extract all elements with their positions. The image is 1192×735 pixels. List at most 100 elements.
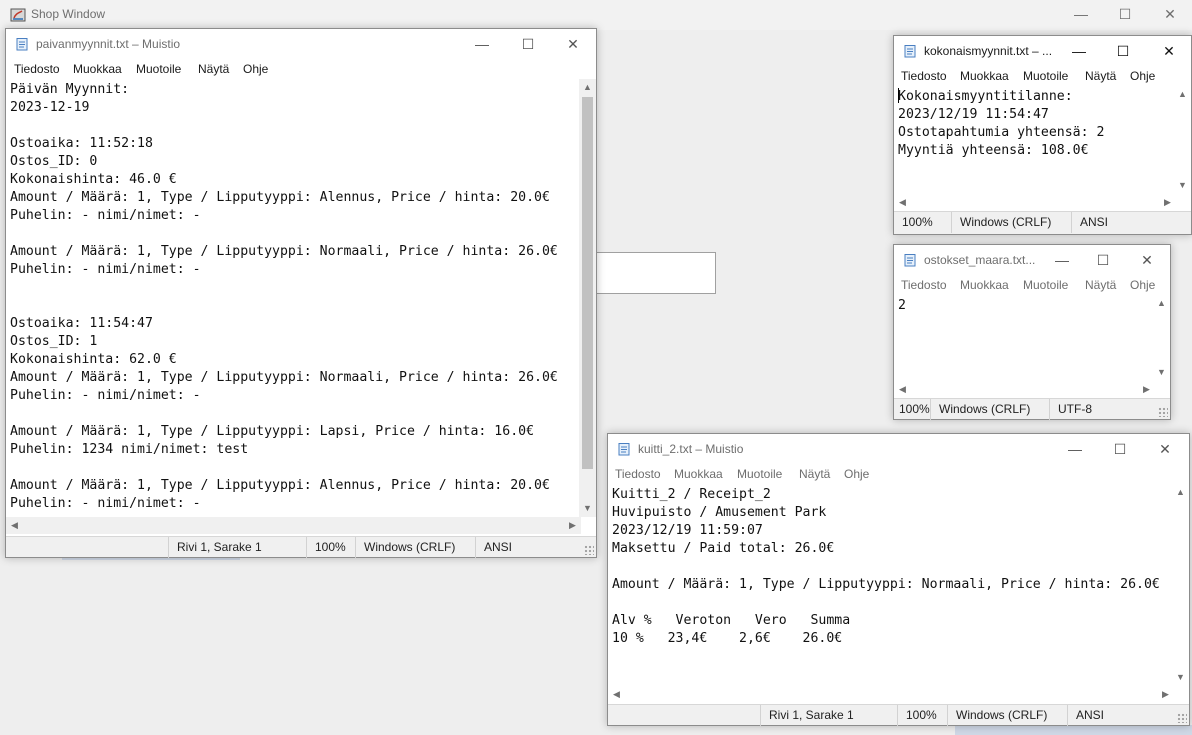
menu-item-tiedosto[interactable]: Tiedosto [901, 278, 947, 292]
scroll-thumb[interactable] [582, 97, 593, 469]
menu-item-ohje[interactable]: Ohje [1130, 278, 1155, 292]
menu-item-ohje[interactable]: Ohje [844, 467, 869, 481]
menu-item-muokkaa[interactable]: Muokkaa [674, 467, 723, 481]
status-cursor-position: Rivi 1, Sarake 1 [760, 705, 854, 726]
minimize-icon[interactable]: — [1047, 250, 1077, 270]
maximize-icon[interactable]: ☐ [1108, 41, 1138, 61]
minimize-icon[interactable]: — [1060, 439, 1090, 459]
menu-item-muotoile[interactable]: Muotoile [1023, 278, 1068, 292]
menu-item-tiedosto[interactable]: Tiedosto [615, 467, 661, 481]
window-titlebar[interactable]: kokonaismyynnit.txt – ... — ☐ ✕ [894, 36, 1191, 66]
vertical-scrollbar[interactable]: ▲ ▼ [1172, 484, 1189, 686]
text-editor[interactable]: Päivän Myynnit: 2023-12-19 Ostoaika: 11:… [6, 79, 581, 517]
menu-item-ohje[interactable]: Ohje [1130, 69, 1155, 83]
horizontal-scrollbar[interactable]: ◀ ▶ [6, 517, 581, 534]
close-icon[interactable]: ✕ [1132, 250, 1162, 270]
scroll-right-icon[interactable]: ▶ [1157, 686, 1174, 703]
menu-bar: Tiedosto Muokkaa Muotoile Näytä Ohje [894, 275, 1170, 295]
background-panel-edge [955, 725, 1192, 735]
scroll-down-icon[interactable]: ▼ [1153, 364, 1170, 381]
status-zoom: 100% [306, 537, 346, 558]
window-title: kokonaismyynnit.txt – ... [924, 44, 1053, 58]
background-text-field[interactable] [596, 252, 716, 294]
maximize-icon[interactable]: ☐ [1088, 250, 1118, 270]
status-encoding: ANSI [1067, 705, 1104, 726]
scroll-left-icon[interactable]: ◀ [894, 194, 911, 211]
notepad-icon [904, 254, 916, 267]
horizontal-scrollbar[interactable]: ◀ ▶ [608, 686, 1174, 703]
status-zoom: 100% [902, 215, 933, 229]
minimize-icon[interactable]: — [1064, 41, 1094, 61]
java-app-icon [10, 8, 26, 22]
minimize-icon[interactable]: — [467, 34, 497, 54]
minimize-icon[interactable]: — [1070, 4, 1092, 24]
text-editor[interactable]: 2 [894, 295, 1155, 381]
maximize-icon[interactable]: ☐ [1114, 4, 1136, 24]
menu-item-muotoile[interactable]: Muotoile [1023, 69, 1068, 83]
scroll-up-icon[interactable]: ▲ [579, 79, 596, 96]
status-line-ending: Windows (CRLF) [951, 212, 1051, 233]
close-icon[interactable]: ✕ [1150, 439, 1180, 459]
window-title: ostokset_maara.txt... [924, 253, 1036, 267]
menu-item-ohje[interactable]: Ohje [243, 62, 268, 76]
resize-grip-icon[interactable] [584, 545, 594, 555]
status-bar: 100% Windows (CRLF) ANSI [894, 211, 1191, 234]
window-titlebar[interactable]: kuitti_2.txt – Muistio — ☐ ✕ [608, 434, 1189, 464]
menu-item-nayta[interactable]: Näytä [1085, 278, 1116, 292]
resize-grip-icon[interactable] [1177, 713, 1187, 723]
notepad-icon [618, 443, 630, 456]
menu-item-muokkaa[interactable]: Muokkaa [960, 69, 1009, 83]
text-editor[interactable]: Kuitti_2 / Receipt_2 Huvipuisto / Amusem… [608, 484, 1174, 686]
status-bar: 100% Windows (CRLF) UTF-8 [894, 398, 1170, 420]
status-line-ending: Windows (CRLF) [930, 399, 1030, 420]
window-title: paivanmyynnit.txt – Muistio [36, 37, 181, 51]
notepad-window-ostokset-maara[interactable]: ostokset_maara.txt... — ☐ ✕ Tiedosto Muo… [893, 244, 1171, 420]
scroll-right-icon[interactable]: ▶ [564, 517, 581, 534]
notepad-icon [16, 38, 28, 51]
scroll-down-icon[interactable]: ▼ [579, 500, 596, 517]
vertical-scrollbar[interactable]: ▲ ▼ [579, 79, 596, 517]
menu-item-nayta[interactable]: Näytä [799, 467, 830, 481]
scroll-down-icon[interactable]: ▼ [1172, 669, 1189, 686]
notepad-icon [904, 45, 916, 58]
notepad-window-paivanmyynnit[interactable]: paivanmyynnit.txt – Muistio — ☐ ✕ Tiedos… [5, 28, 597, 558]
close-icon[interactable]: ✕ [1154, 41, 1184, 61]
scroll-up-icon[interactable]: ▲ [1153, 295, 1170, 312]
resize-grip-icon[interactable] [1158, 407, 1168, 417]
menu-bar: Tiedosto Muokkaa Muotoile Näytä Ohje [608, 464, 1189, 484]
window-titlebar[interactable]: ostokset_maara.txt... — ☐ ✕ [894, 245, 1170, 275]
status-zoom: 100% [897, 705, 937, 726]
scroll-left-icon[interactable]: ◀ [894, 381, 911, 398]
horizontal-scrollbar[interactable]: ◀ ▶ [894, 194, 1176, 211]
menu-item-nayta[interactable]: Näytä [1085, 69, 1116, 83]
menu-item-muokkaa[interactable]: Muokkaa [73, 62, 122, 76]
menu-item-muotoile[interactable]: Muotoile [737, 467, 782, 481]
close-icon[interactable]: ✕ [1159, 4, 1181, 24]
menu-item-tiedosto[interactable]: Tiedosto [14, 62, 60, 76]
maximize-icon[interactable]: ☐ [1105, 439, 1135, 459]
notepad-window-kuitti[interactable]: kuitti_2.txt – Muistio — ☐ ✕ Tiedosto Mu… [607, 433, 1190, 726]
notepad-window-kokonaismyynnit[interactable]: kokonaismyynnit.txt – ... — ☐ ✕ Tiedosto… [893, 35, 1192, 235]
menu-item-muotoile[interactable]: Muotoile [136, 62, 181, 76]
menu-item-nayta[interactable]: Näytä [198, 62, 229, 76]
scroll-right-icon[interactable]: ▶ [1159, 194, 1176, 211]
status-line-ending: Windows (CRLF) [355, 537, 455, 558]
window-titlebar[interactable]: paivanmyynnit.txt – Muistio — ☐ ✕ [6, 29, 596, 59]
scroll-left-icon[interactable]: ◀ [608, 686, 625, 703]
maximize-icon[interactable]: ☐ [513, 34, 543, 54]
status-bar: Rivi 1, Sarake 1 100% Windows (CRLF) ANS… [6, 536, 596, 558]
document-text: Kuitti_2 / Receipt_2 Huvipuisto / Amusem… [612, 487, 1160, 646]
vertical-scrollbar[interactable]: ▲ ▼ [1153, 295, 1170, 381]
scroll-right-icon[interactable]: ▶ [1138, 381, 1155, 398]
menu-item-muokkaa[interactable]: Muokkaa [960, 278, 1009, 292]
scroll-down-icon[interactable]: ▼ [1174, 177, 1191, 194]
text-editor[interactable]: Kokonaismyyntitilanne: 2023/12/19 11:54:… [894, 86, 1176, 194]
status-zoom: 100% [899, 402, 930, 416]
scroll-left-icon[interactable]: ◀ [6, 517, 23, 534]
close-icon[interactable]: ✕ [558, 34, 588, 54]
horizontal-scrollbar[interactable]: ◀ ▶ [894, 381, 1155, 398]
scroll-up-icon[interactable]: ▲ [1172, 484, 1189, 501]
scroll-up-icon[interactable]: ▲ [1174, 86, 1191, 103]
vertical-scrollbar[interactable]: ▲ ▼ [1174, 86, 1191, 194]
menu-item-tiedosto[interactable]: Tiedosto [901, 69, 947, 83]
